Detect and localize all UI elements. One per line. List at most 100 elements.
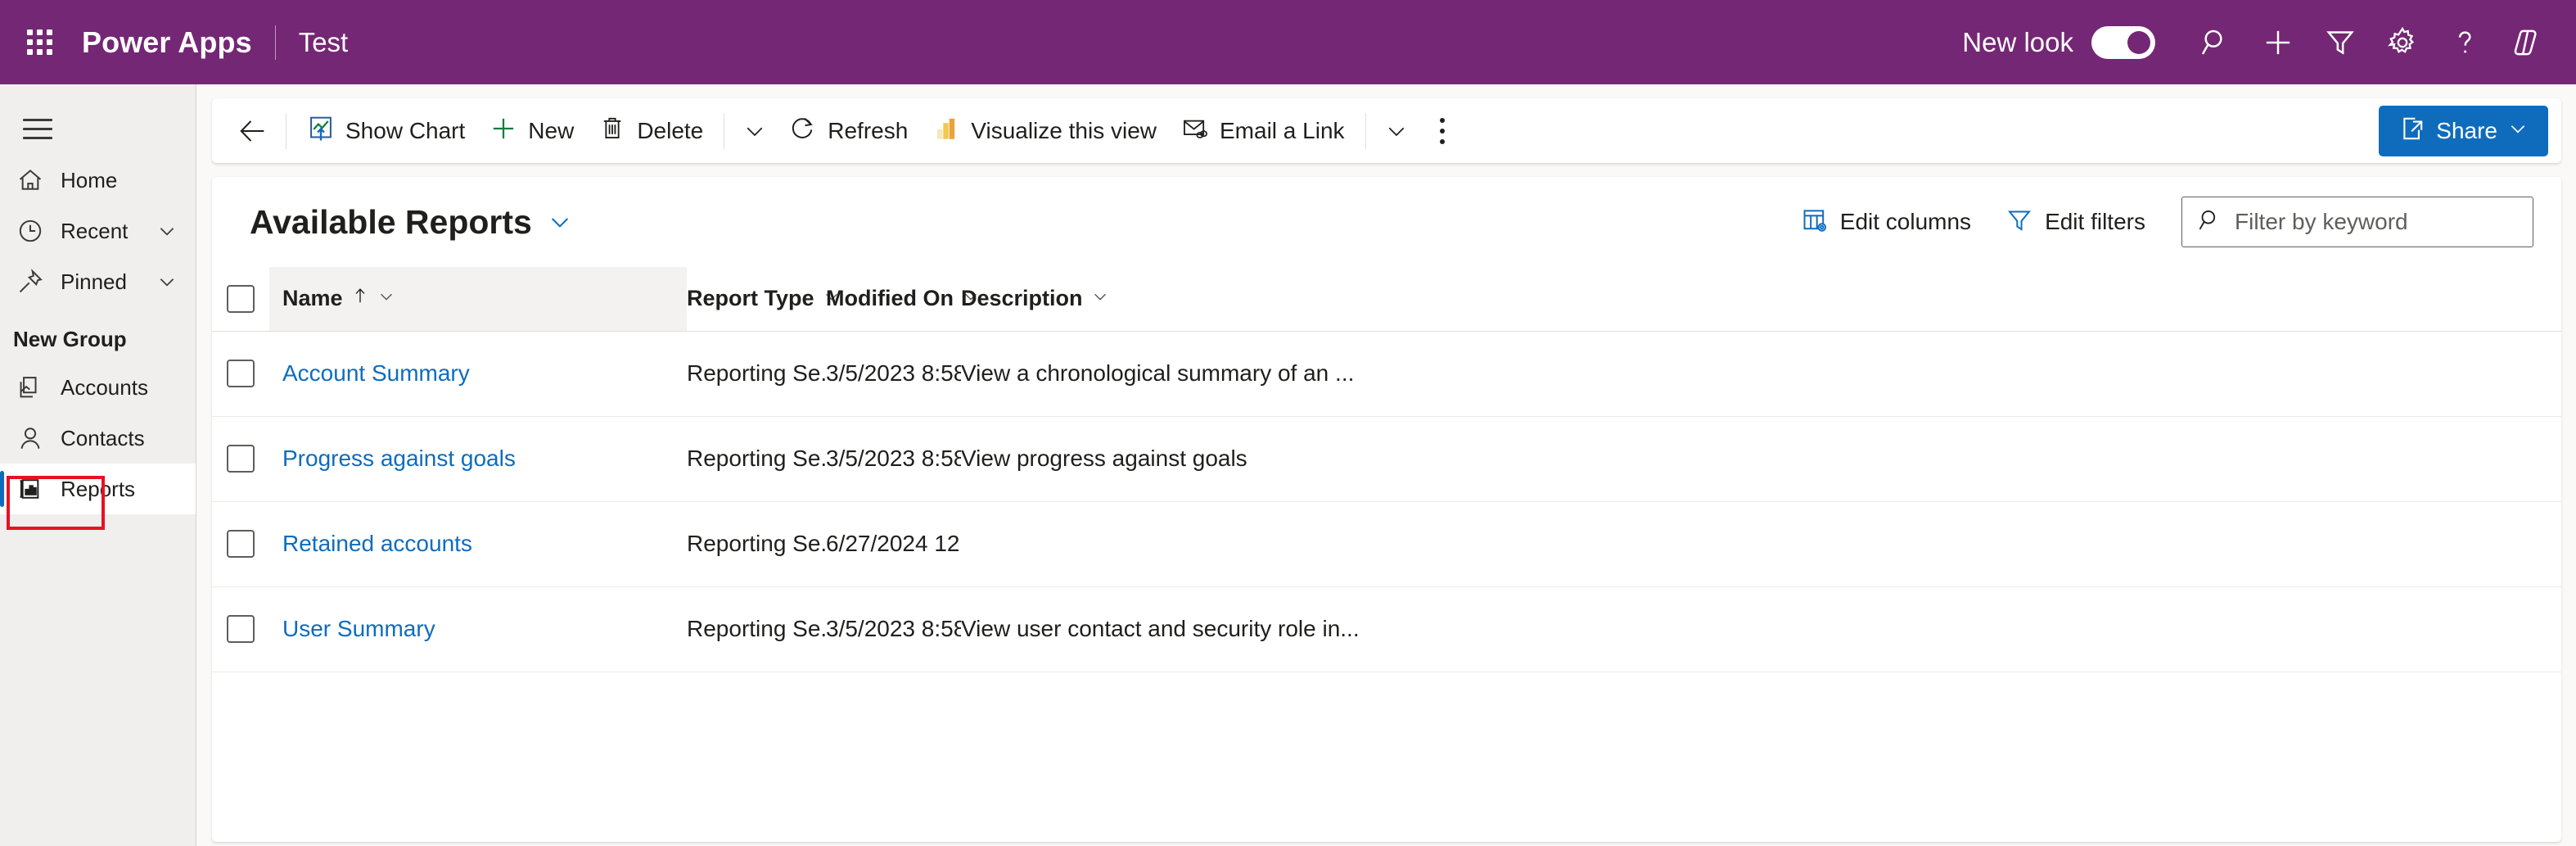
account-manager-icon[interactable] [2496,11,2558,74]
sidebar-item-label: Contacts [61,426,145,451]
sidebar-item-pinned[interactable]: Pinned [0,256,196,307]
trash-icon [598,115,626,147]
table-row[interactable]: Progress against goals Reporting Se... 3… [212,416,2561,501]
refresh-icon [789,115,817,147]
hamburger-menu-icon[interactable] [11,102,64,155]
chevron-down-icon[interactable] [733,106,777,156]
row-select-cell [212,416,269,501]
email-link-label: Email a Link [1220,118,1345,144]
filter-icon[interactable] [2309,11,2371,74]
more-vertical-icon[interactable] [1419,106,1466,156]
sidebar-item-recent[interactable]: Recent [0,206,196,256]
sidebar-item-contacts[interactable]: Contacts [0,413,196,464]
power-bi-icon [932,115,960,147]
row-checkbox[interactable] [227,445,255,473]
chevron-down-icon[interactable] [156,220,178,242]
column-label-modified-on: Modified On [826,286,954,311]
accounts-icon [11,369,49,406]
grid-header-actions: Edit columns Edit filters [1788,197,2533,247]
command-bar: Show Chart New Delete [212,98,2561,163]
table-row[interactable]: Retained accounts Reporting Se... 6/27/2… [212,501,2561,586]
cell-description: View progress against goals [961,416,2561,501]
cell-modified-on: 3/5/2023 8:58 ... [826,416,961,501]
sidebar-item-reports[interactable]: Reports [0,464,196,514]
app-name[interactable]: Test [299,27,349,58]
delete-button[interactable]: Delete [586,106,715,156]
refresh-button[interactable]: Refresh [777,106,920,156]
column-label-description: Description [961,286,1083,311]
pin-icon [11,263,49,301]
report-link[interactable]: User Summary [282,616,435,641]
reports-grid-card: Available Reports [212,177,2561,842]
table-header-row: Name [212,267,2561,331]
delete-label: Delete [637,118,703,144]
clock-icon [11,212,49,250]
chevron-down-icon[interactable] [1374,106,1419,156]
column-header-report-type[interactable]: Report Type [687,267,826,331]
table-body: Account Summary Reporting Se... 3/5/2023… [212,331,2561,672]
sidebar-item-home[interactable]: Home [0,155,196,206]
row-checkbox[interactable] [227,530,255,558]
row-checkbox[interactable] [227,360,255,387]
column-header-name[interactable]: Name [269,267,687,331]
cell-name: Retained accounts [269,501,687,586]
email-link-icon [1181,115,1209,147]
search-icon[interactable] [2185,11,2247,74]
email-a-link-button[interactable]: Email a Link [1169,106,1357,156]
sidebar-item-label: Pinned [61,269,127,295]
new-button[interactable]: New [477,106,586,156]
cell-modified-on: 3/5/2023 8:58 ... [826,331,961,416]
show-chart-label: Show Chart [345,118,465,144]
edit-columns-button[interactable]: Edit columns [1788,199,1984,245]
edit-filters-button[interactable]: Edit filters [1992,199,2159,245]
chevron-down-icon[interactable] [2507,118,2529,143]
plus-icon[interactable] [2247,11,2309,74]
cell-report-type: Reporting Se... [687,416,826,501]
visualize-label: Visualize this view [971,118,1157,144]
share-button[interactable]: Share [2379,106,2548,156]
chevron-down-icon[interactable] [156,271,178,292]
row-checkbox[interactable] [227,615,255,643]
new-label: New [528,118,574,144]
report-link[interactable]: Account Summary [282,360,470,386]
chevron-down-icon[interactable] [1091,286,1109,311]
new-look-toggle[interactable] [2091,26,2155,59]
search-input[interactable]: Filter by keyword [2181,197,2533,247]
cell-modified-on: 3/5/2023 8:58 ... [826,586,961,672]
show-chart-icon [307,115,335,147]
column-header-modified-on[interactable]: Modified On [826,267,961,331]
row-select-cell [212,586,269,672]
grid-header: Available Reports [212,177,2561,267]
select-all-checkbox[interactable] [227,285,255,313]
visualize-this-view-button[interactable]: Visualize this view [920,106,1169,156]
cell-description [961,501,2561,586]
cell-description: View user contact and security role in..… [961,586,2561,672]
chevron-down-icon[interactable] [547,209,573,235]
column-header-description[interactable]: Description [961,267,2561,331]
back-arrow-icon[interactable] [228,106,277,156]
sidebar-item-label: Recent [61,219,128,244]
column-label-report-type: Report Type [687,286,814,311]
sidebar-item-label: Accounts [61,375,148,400]
edit-columns-icon [1801,206,1829,238]
cell-name: Account Summary [269,331,687,416]
cell-description: View a chronological summary of an ... [961,331,2561,416]
sidebar-item-accounts[interactable]: Accounts [0,362,196,413]
chevron-down-icon[interactable] [377,286,395,311]
help-icon[interactable] [2434,11,2496,74]
select-all-header [212,267,269,331]
app-launcher-icon[interactable] [18,21,61,64]
report-link[interactable]: Retained accounts [282,531,472,556]
table-row[interactable]: User Summary Reporting Se... 3/5/2023 8:… [212,586,2561,672]
cell-report-type: Reporting Se... [687,331,826,416]
show-chart-button[interactable]: Show Chart [295,106,477,156]
brand-title[interactable]: Power Apps [82,25,252,60]
edit-columns-label: Edit columns [1840,209,1971,235]
refresh-label: Refresh [828,118,908,144]
sidebar-item-label: Home [61,168,117,193]
sidebar-group-title: New Group [0,307,196,362]
report-link[interactable]: Progress against goals [282,446,516,471]
table-row[interactable]: Account Summary Reporting Se... 3/5/2023… [212,331,2561,416]
gear-icon[interactable] [2371,11,2434,74]
search-placeholder: Filter by keyword [2235,209,2408,235]
